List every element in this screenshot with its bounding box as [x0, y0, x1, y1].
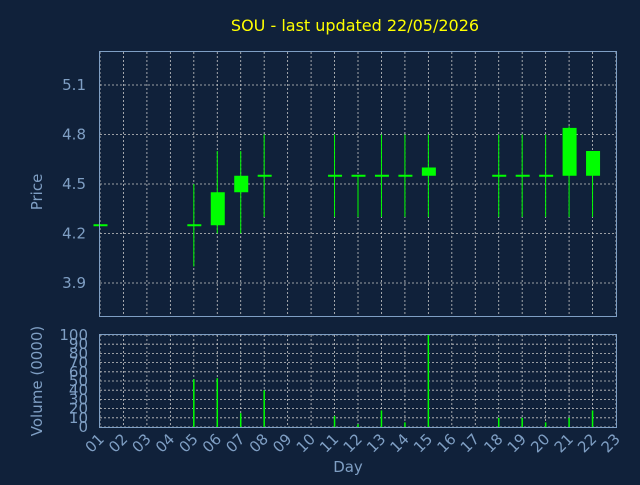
candle-body	[562, 127, 577, 176]
volume-bar	[216, 378, 219, 427]
x-tick-label: 10	[293, 430, 319, 456]
price-y-ticks: 3.9 4.2 4.5 4.8 5.1	[62, 76, 86, 292]
x-tick-label: 19	[504, 430, 530, 456]
volume-grid	[99, 334, 617, 428]
volume-bar	[380, 410, 383, 427]
volume-bar	[568, 417, 570, 427]
volume-bar	[404, 422, 406, 427]
candle-body	[328, 174, 343, 177]
x-tick-label: 07	[222, 430, 248, 456]
volume-bar	[333, 415, 336, 427]
candle-body	[351, 174, 366, 177]
price-y-tick-label: 4.2	[62, 225, 86, 243]
stock-chart: SOU - last updated 22/05/2026 3.9 4.2 4.5 4…	[28, 16, 624, 476]
x-ticks: 0102030405060708091011121314151617181920…	[82, 430, 624, 456]
candle-body	[257, 174, 272, 177]
volume-bar	[357, 424, 359, 427]
x-tick-label: 04	[152, 430, 178, 456]
chart-stage: SOU - last updated 22/05/2026 3.9 4.2 4.5 4…	[0, 0, 640, 480]
x-tick-label: 06	[199, 430, 225, 456]
candle-body	[187, 224, 202, 227]
volume-y-tick-label: 100	[59, 326, 88, 344]
candle-body	[539, 174, 554, 177]
candle-body	[515, 174, 530, 177]
x-tick-label: 08	[246, 430, 272, 456]
x-axis-label: Day	[333, 458, 363, 476]
x-tick-label: 12	[340, 430, 366, 456]
volume-bar	[193, 379, 195, 427]
x-tick-label: 02	[105, 430, 131, 456]
volume-bar	[497, 417, 500, 427]
volume-axis-label: Volume (0000)	[28, 326, 46, 436]
volume-bar	[521, 417, 523, 427]
candle-body	[586, 151, 601, 176]
x-tick-label: 03	[129, 430, 155, 456]
x-tick-label: 13	[363, 430, 389, 456]
candle-body	[210, 192, 225, 226]
candle-body	[234, 175, 249, 193]
x-tick-label: 23	[598, 430, 624, 456]
volume-bar	[427, 335, 430, 427]
chart-title: SOU - last updated 22/05/2026	[231, 16, 479, 35]
x-tick-label: 20	[527, 430, 553, 456]
volume-bar	[591, 410, 594, 427]
x-tick-label: 14	[387, 430, 413, 456]
x-tick-label: 21	[551, 430, 577, 456]
x-tick-label: 17	[457, 430, 483, 456]
price-y-tick-label: 4.8	[62, 126, 86, 144]
candles	[93, 126, 601, 267]
x-tick-label: 09	[269, 430, 295, 456]
x-tick-label: 11	[316, 430, 342, 456]
price-axis-label: Price	[28, 174, 46, 211]
price-y-tick-label: 4.5	[62, 175, 86, 193]
price-y-tick-label: 3.9	[62, 274, 86, 292]
volume-bar	[263, 390, 265, 427]
candle-body	[398, 174, 413, 177]
x-tick-label: 16	[433, 430, 459, 456]
x-tick-label: 05	[175, 430, 201, 456]
candle-body	[93, 224, 108, 227]
x-tick-label: 22	[574, 430, 600, 456]
volume-y-ticks: 0102030405060708090100	[59, 326, 88, 436]
candle-body	[492, 174, 507, 177]
x-tick-label: 18	[480, 430, 506, 456]
candle-body	[374, 174, 389, 177]
volume-bar	[239, 413, 242, 427]
price-y-tick-label: 5.1	[62, 76, 86, 94]
x-tick-label: 15	[410, 430, 436, 456]
volume-bar	[544, 422, 547, 427]
candle-body	[421, 167, 436, 176]
